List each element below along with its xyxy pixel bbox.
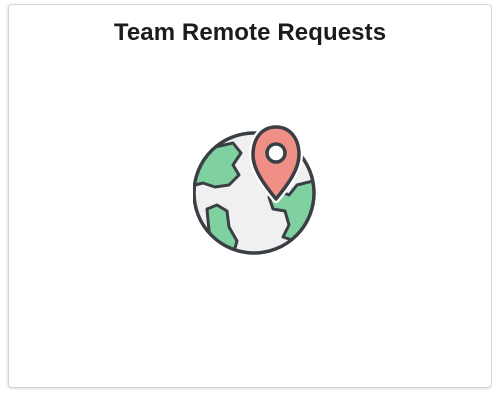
tile-title: Team Remote Requests (113, 19, 387, 46)
globe-location-pin-icon (193, 123, 316, 255)
team-remote-requests-tile[interactable]: Team Remote Requests (8, 4, 492, 388)
